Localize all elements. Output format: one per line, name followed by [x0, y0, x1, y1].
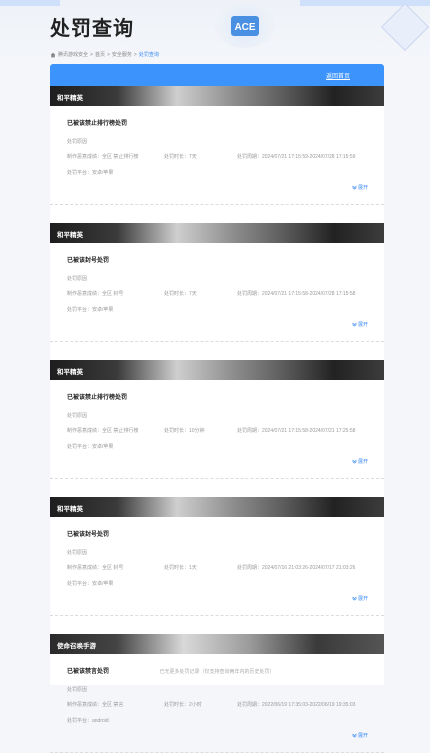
penalty-detail: 制作恶意成绩：全区 禁言 — [67, 702, 124, 708]
back-to-home-link[interactable]: 返回首页 — [326, 71, 350, 80]
penalty-detail: 制作恶意成绩：全区 封号 — [67, 291, 124, 297]
game-name: 和平精英 — [57, 95, 83, 102]
panel-top-bar: 返回首页 — [50, 64, 384, 86]
expand-button[interactable]: 展开 — [352, 184, 368, 191]
penalty-platform: 处罚平台：安卓/苹果 — [67, 307, 114, 313]
breadcrumb-current: 处罚查询 — [138, 52, 159, 58]
penalty-reason: 处罚原因 — [67, 687, 88, 693]
penalty-record: 和平精英 已被该禁止排行榜处罚 处罚原因 制作恶意成绩：全区 禁止排行榜 处罚时… — [50, 86, 384, 205]
penalty-title: 已被该封号处罚 — [67, 258, 110, 264]
game-banner: 和平精英 — [50, 360, 384, 380]
penalty-record: 使命召唤手游 已被该禁言处罚 处罚原因 制作恶意成绩：全区 禁言 处罚时长：2小… — [50, 634, 384, 753]
penalty-period: 处罚周期：2022/06/19 17:35:03-2022/06/19 19:3… — [237, 702, 356, 708]
penalty-record: 和平精英 已被该封号处罚 处罚原因 制作恶意成绩：全区 封号 处罚时长：7天 处… — [50, 223, 384, 342]
penalty-platform: 处罚平台：安卓/苹果 — [67, 170, 114, 176]
penalty-detail: 制作恶意成绩：全区 禁止排行榜 — [67, 154, 139, 160]
penalty-duration: 处罚时长：7天 — [164, 154, 197, 160]
game-name: 和平精英 — [57, 232, 83, 239]
expand-button[interactable]: 展开 — [352, 458, 368, 465]
penalty-duration: 处罚时长：2小时 — [164, 702, 202, 708]
penalty-reason: 处罚原因 — [67, 139, 88, 145]
penalty-title: 已被该封号处罚 — [67, 532, 110, 538]
penalty-reason: 处罚原因 — [67, 413, 88, 419]
game-banner: 和平精英 — [50, 497, 384, 517]
mascot-decoration — [380, 2, 430, 52]
header-decoration — [300, 0, 430, 6]
penalty-period: 处罚周期：2024/07/16 21:03:26-2024/07/17 21:0… — [237, 565, 356, 571]
expand-button[interactable]: 展开 — [352, 595, 368, 602]
penalty-period: 处罚周期：2024/07/21 17:15:59-2024/07/28 17:1… — [237, 154, 356, 160]
divider — [50, 204, 384, 205]
chevron-down-icon — [352, 596, 357, 601]
penalty-record: 和平精英 已被该封号处罚 处罚原因 制作恶意成绩：全区 封号 处罚时长：1天 处… — [50, 497, 384, 616]
penalty-record: 和平精英 已被该禁止排行榜处罚 处罚原因 制作恶意成绩：全区 禁止排行榜 处罚时… — [50, 360, 384, 479]
footer-note: 已无更多处罚记录（仅支持查询两年内的历史处罚） — [159, 669, 275, 675]
expand-button[interactable]: 展开 — [352, 321, 368, 328]
penalty-duration: 处罚时长：10分钟 — [164, 428, 205, 434]
penalty-duration: 处罚时长：7天 — [164, 291, 197, 297]
penalty-platform: 处罚平台：安卓/苹果 — [67, 581, 114, 587]
page-header: 处罚查询 ACE 腾讯游戏安全 > 首页 > 安全服务 > 处罚查询 — [0, 0, 430, 64]
svg-text:ACE: ACE — [234, 22, 255, 33]
penalty-platform: 处罚平台：安卓/苹果 — [67, 444, 114, 450]
divider — [50, 341, 384, 342]
divider — [50, 615, 384, 616]
penalty-title: 已被该禁止排行榜处罚 — [67, 395, 128, 401]
game-banner: 使命召唤手游 — [50, 634, 384, 654]
chevron-down-icon — [352, 459, 357, 464]
header-decoration — [0, 0, 60, 6]
breadcrumb-item[interactable]: 腾讯游戏安全 — [58, 51, 88, 58]
penalty-title: 已被该禁止排行榜处罚 — [67, 121, 128, 127]
expand-button[interactable]: 展开 — [352, 732, 368, 739]
page-title: 处罚查询 — [50, 18, 134, 40]
game-name: 和平精英 — [57, 369, 83, 376]
game-name: 使命召唤手游 — [57, 643, 96, 650]
chevron-down-icon — [352, 733, 357, 738]
ace-logo: ACE — [215, 4, 275, 48]
game-banner: 和平精英 — [50, 223, 384, 243]
home-icon — [50, 52, 56, 57]
penalty-detail: 制作恶意成绩：全区 封号 — [67, 565, 124, 571]
penalty-reason: 处罚原因 — [67, 276, 88, 282]
penalty-period: 处罚周期：2024/07/21 17:15:58-2024/07/21 17:2… — [237, 428, 356, 434]
game-banner: 和平精英 — [50, 86, 384, 106]
game-name: 和平精英 — [57, 506, 83, 513]
breadcrumb-item[interactable]: 安全服务 — [112, 51, 132, 58]
chevron-down-icon — [352, 185, 357, 190]
breadcrumb: 腾讯游戏安全 > 首页 > 安全服务 > 处罚查询 — [50, 51, 159, 58]
breadcrumb-item[interactable]: 首页 — [95, 51, 105, 58]
chevron-down-icon — [352, 322, 357, 327]
records-panel: 返回首页 和平精英 已被该禁止排行榜处罚 处罚原因 制作恶意成绩：全区 禁止排行… — [50, 64, 384, 753]
penalty-platform: 处罚平台：android — [67, 718, 109, 724]
penalty-period: 处罚周期：2024/07/21 17:15:58-2024/07/28 17:1… — [237, 291, 356, 297]
penalty-detail: 制作恶意成绩：全区 禁止排行榜 — [67, 428, 139, 434]
divider — [50, 478, 384, 479]
penalty-duration: 处罚时长：1天 — [164, 565, 197, 571]
penalty-reason: 处罚原因 — [67, 550, 88, 556]
